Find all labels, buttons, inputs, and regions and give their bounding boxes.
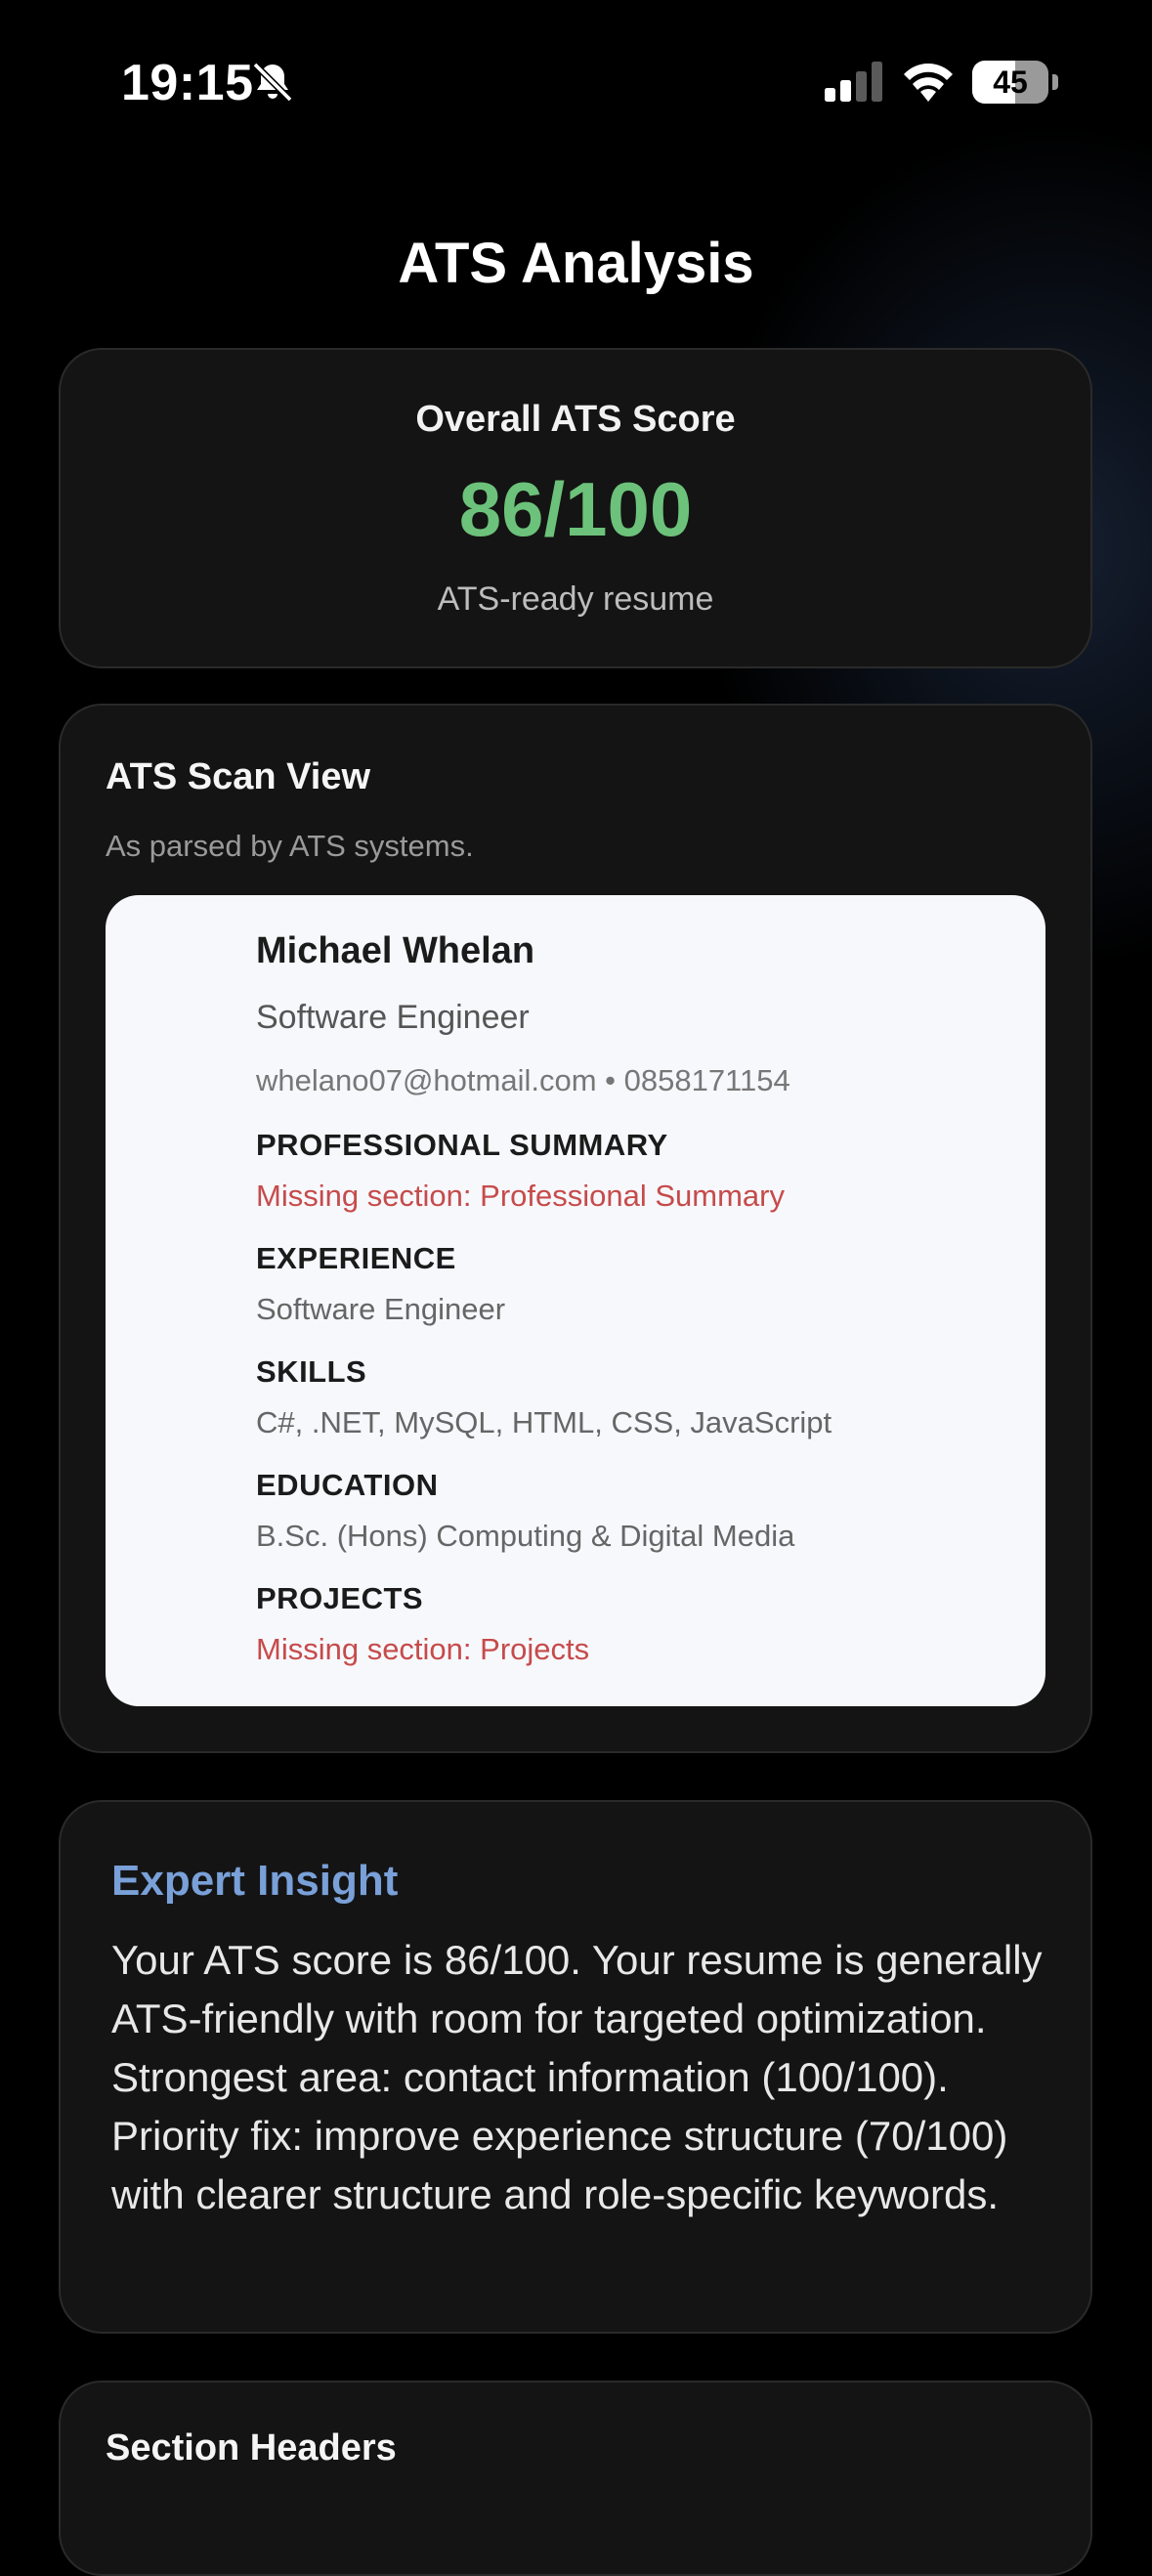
scan-view-subtitle: As parsed by ATS systems. (106, 829, 474, 863)
status-bar: 19:15 45 (0, 0, 1152, 171)
resume-name: Michael Whelan (256, 930, 535, 971)
section-headers-card[interactable]: Section Headers (59, 2381, 1092, 2576)
section-headers-title: Section Headers (106, 2427, 397, 2469)
cellular-signal-icon (825, 61, 885, 107)
section-heading-skills: SKILLS (256, 1354, 367, 1389)
battery-percentage: 45 (993, 64, 1028, 100)
score-value: 86/100 (458, 466, 693, 552)
insight-body: Your ATS score is 86/100. Your resume is… (111, 1937, 1043, 2217)
section-heading-projects: PROJECTS (256, 1581, 424, 1615)
scan-view-title: ATS Scan View (106, 756, 371, 797)
status-time: 19:15 (121, 55, 254, 111)
overall-score-card: Overall ATS Score 86/100 ATS-ready resum… (59, 348, 1092, 668)
expert-insight-card: Expert Insight Your ATS score is 86/100.… (59, 1800, 1092, 2334)
score-label: Overall ATS Score (415, 399, 736, 440)
wifi-icon (901, 59, 956, 107)
bell-slash-icon (249, 59, 296, 110)
section-text-skills: C#, .NET, MySQL, HTML, CSS, JavaScript (256, 1405, 832, 1439)
insight-title: Expert Insight (111, 1857, 399, 1905)
section-text-projects: Missing section: Projects (256, 1632, 590, 1666)
section-text-professional-summary: Missing section: Professional Summary (256, 1179, 785, 1213)
section-text-experience: Software Engineer (256, 1292, 506, 1326)
section-heading-experience: EXPERIENCE (256, 1241, 456, 1275)
ats-scan-view-card: ATS Scan View As parsed by ATS systems. … (59, 704, 1092, 1753)
page-title: ATS Analysis (398, 232, 754, 295)
section-text-education: B.Sc. (Hons) Computing & Digital Media (256, 1519, 795, 1553)
resume-role: Software Engineer (256, 999, 530, 1036)
section-heading-professional-summary: PROFESSIONAL SUMMARY (256, 1128, 668, 1162)
resume-contact: whelano07@hotmail.com • 0858171154 (256, 1063, 790, 1097)
parsed-resume-preview: Michael Whelan Software Engineer whelano… (106, 895, 1045, 1706)
score-subtitle: ATS-ready resume (437, 580, 714, 618)
section-heading-education: EDUCATION (256, 1468, 439, 1502)
